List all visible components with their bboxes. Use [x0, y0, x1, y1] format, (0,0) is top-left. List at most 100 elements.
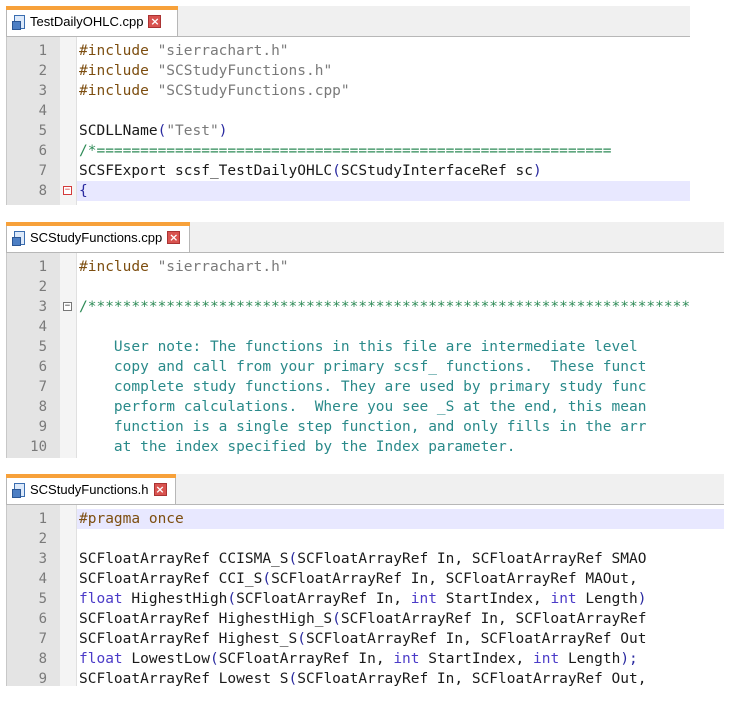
code-editor[interactable]: 1 #include "sierrachart.h" 2 #include "SCSt…	[6, 37, 690, 205]
tab-label: TestDailyOHLC.cpp	[30, 14, 144, 29]
line-number: 2	[38, 63, 47, 79]
line-number: 1	[38, 511, 47, 527]
code-area[interactable]: 1 #include "sierrachart.h" 2 #include "SCSt…	[39, 37, 690, 205]
code-line[interactable]: 7 SCFloatArrayRef Highest_S(SCFloatArrayR…	[39, 629, 724, 649]
code-line[interactable]: 5 SCDLLName("Test")	[39, 121, 690, 141]
code-text: #include "SCStudyFunctions.h"	[79, 63, 333, 79]
code-area[interactable]: 1 #pragma once 2 3 SCFloatArrayRef CCISMA_S(…	[39, 505, 724, 686]
code-line[interactable]: 8 perform calculations. Where you see _S…	[39, 397, 724, 417]
code-line[interactable]: 5 float HighestHigh(SCFloatArrayRef In, i…	[39, 589, 724, 609]
code-text: #include "sierrachart.h"	[79, 259, 289, 275]
code-line[interactable]: 7 complete study functions. They are use…	[39, 377, 724, 397]
line-number: 9	[38, 671, 47, 686]
tab-testdailyohlc-cpp[interactable]: TestDailyOHLC.cpp ×	[6, 6, 178, 36]
line-number: 1	[38, 259, 47, 275]
code-editor[interactable]: 1 #include "sierrachart.h" 2 3 −/***********…	[6, 253, 724, 458]
close-icon[interactable]: ×	[167, 231, 181, 244]
code-line[interactable]: 3 #include "SCStudyFunctions.cpp"	[39, 81, 690, 101]
code-text: User note: The functions in this file ar…	[79, 339, 638, 355]
code-line[interactable]: 4 SCFloatArrayRef CCI_S(SCFloatArrayRef I…	[39, 569, 724, 589]
line-number: 4	[38, 103, 47, 119]
code-line[interactable]: 3 SCFloatArrayRef CCISMA_S(SCFloatArrayRe…	[39, 549, 724, 569]
code-text: at the index specified by the Index para…	[79, 439, 516, 455]
tab-scstudyfunctions-h[interactable]: SCStudyFunctions.h ×	[6, 474, 176, 504]
code-line[interactable]: 2	[39, 277, 724, 297]
code-text: SCFloatArrayRef CCISMA_S(SCFloatArrayRef…	[79, 551, 647, 567]
code-line[interactable]: 1 #pragma once	[39, 509, 724, 529]
tab-bar: TestDailyOHLC.cpp ×	[6, 6, 690, 37]
code-line[interactable]: 8 −{	[39, 181, 690, 201]
code-line[interactable]: 10 at the index specified by the Index p…	[30, 437, 724, 457]
line-number: 8	[38, 399, 47, 415]
tab-scstudyfunctions-cpp[interactable]: SCStudyFunctions.cpp ×	[6, 222, 190, 252]
line-number: 5	[38, 591, 47, 607]
line-number: 6	[38, 143, 47, 159]
code-area[interactable]: 1 #include "sierrachart.h" 2 3 −/***********…	[30, 253, 724, 458]
code-text: SCDLLName("Test")	[79, 123, 228, 139]
code-line[interactable]: 7 SCSFExport scsf_TestDailyOHLC(SCStudyIn…	[39, 161, 690, 181]
code-text: SCSFExport scsf_TestDailyOHLC(SCStudyInt…	[79, 163, 542, 179]
line-number: 2	[38, 279, 47, 295]
code-line[interactable]: 9 function is a single step function, an…	[39, 417, 724, 437]
line-number: 9	[38, 419, 47, 435]
code-text: #include "sierrachart.h"	[79, 43, 289, 59]
code-line[interactable]: 3 −/*************************************…	[39, 297, 724, 317]
line-number: 7	[38, 631, 47, 647]
code-line[interactable]: 2	[39, 529, 724, 549]
code-line[interactable]: 9 SCFloatArrayRef Lowest_S(SCFloatArrayRe…	[39, 669, 724, 686]
code-text: float HighestHigh(SCFloatArrayRef In, in…	[79, 591, 647, 607]
code-line[interactable]: 5 User note: The functions in this file …	[39, 337, 724, 357]
tab-label: SCStudyFunctions.cpp	[30, 230, 163, 245]
line-number: 7	[38, 163, 47, 179]
code-text: float LowestLow(SCFloatArrayRef In, int …	[79, 651, 638, 667]
tab-bar: SCStudyFunctions.h ×	[6, 474, 724, 505]
fold-toggle-icon[interactable]: −	[63, 186, 72, 195]
code-line[interactable]: 4	[39, 317, 724, 337]
code-text: SCFloatArrayRef Highest_S(SCFloatArrayRe…	[79, 631, 647, 647]
editor-panel-scstudyfunctions-h: SCStudyFunctions.h × 1 #pragma once 2 3 SCFl…	[6, 474, 724, 686]
fold-margin	[60, 253, 77, 458]
code-text: copy and call from your primary scsf_ fu…	[79, 359, 647, 375]
code-line[interactable]: 6 copy and call from your primary scsf_ …	[39, 357, 724, 377]
code-line[interactable]: 1 #include "sierrachart.h"	[39, 41, 690, 61]
code-line[interactable]: 6 SCFloatArrayRef HighestHigh_S(SCFloatAr…	[39, 609, 724, 629]
code-text: /***************************************…	[79, 299, 691, 315]
line-number: 2	[38, 531, 47, 547]
tab-label: SCStudyFunctions.h	[30, 482, 149, 497]
fold-margin	[60, 505, 77, 686]
editor-panel-scstudyfunctions-cpp: SCStudyFunctions.cpp × 1 #include "sierra…	[6, 222, 724, 458]
line-number: 6	[38, 359, 47, 375]
code-line[interactable]: 8 float LowestLow(SCFloatArrayRef In, int…	[39, 649, 724, 669]
line-number: 7	[38, 379, 47, 395]
code-line[interactable]: 2 #include "SCStudyFunctions.h"	[39, 61, 690, 81]
code-text: #include "SCStudyFunctions.cpp"	[79, 83, 350, 99]
tab-bar: SCStudyFunctions.cpp ×	[6, 222, 724, 253]
code-text: SCFloatArrayRef Lowest_S(SCFloatArrayRef…	[79, 671, 647, 686]
fold-toggle-icon[interactable]: −	[63, 302, 72, 311]
code-text: SCFloatArrayRef CCI_S(SCFloatArrayRef In…	[79, 571, 638, 587]
editor-panel-testdailyohlc: TestDailyOHLC.cpp × 1 #include "sierracha…	[6, 6, 690, 205]
file-icon	[12, 14, 26, 30]
file-icon	[12, 230, 26, 246]
line-number: 4	[38, 571, 47, 587]
code-editor[interactable]: 1 #pragma once 2 3 SCFloatArrayRef CCISMA_S(…	[6, 505, 724, 686]
code-line[interactable]: 4	[39, 101, 690, 121]
code-text: {	[79, 183, 88, 199]
line-number: 1	[38, 43, 47, 59]
code-line[interactable]: 6 /*=====================================…	[39, 141, 690, 161]
line-number: 8	[38, 651, 47, 667]
line-number: 10	[30, 439, 47, 455]
file-icon	[12, 482, 26, 498]
line-number: 4	[38, 319, 47, 335]
code-line[interactable]: 1 #include "sierrachart.h"	[39, 257, 724, 277]
line-number: 3	[38, 83, 47, 99]
code-text: function is a single step function, and …	[79, 419, 647, 435]
code-text: complete study functions. They are used …	[79, 379, 647, 395]
line-number: 3	[38, 299, 47, 315]
close-icon[interactable]: ×	[148, 15, 162, 28]
code-text: /*======================================…	[79, 143, 612, 159]
code-text: #pragma once	[79, 511, 184, 527]
close-icon[interactable]: ×	[153, 483, 167, 496]
line-number: 8	[38, 183, 47, 199]
code-text: perform calculations. Where you see _S a…	[79, 399, 647, 415]
